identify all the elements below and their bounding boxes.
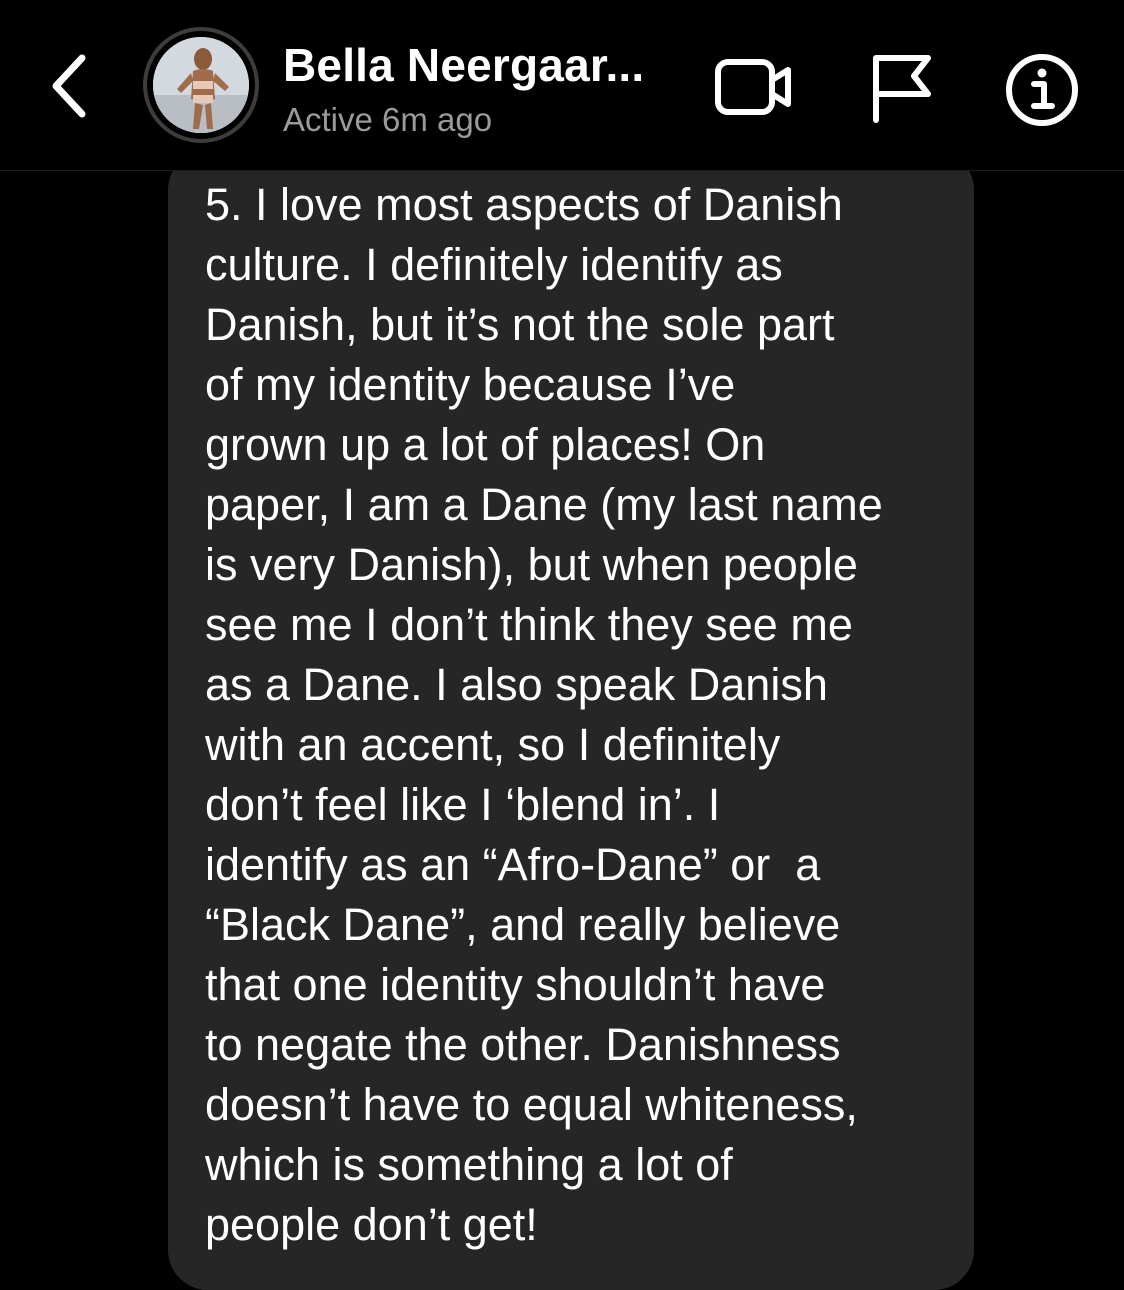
avatar-photo [153, 37, 249, 133]
back-button[interactable] [40, 48, 100, 124]
info-icon [1006, 54, 1078, 126]
message-text: 5. I love most aspects of Danish culture… [205, 179, 883, 1250]
video-camera-icon [715, 59, 791, 115]
chevron-left-icon [52, 54, 86, 118]
flag-icon [873, 55, 931, 123]
info-button[interactable] [1002, 50, 1082, 130]
activity-status: Active 6m ago [283, 101, 493, 138]
chat-header: Bella Neergaar... Active 6m ago [0, 0, 1124, 171]
avatar[interactable] [143, 27, 259, 143]
contact-name[interactable]: Bella Neergaar... [283, 38, 644, 92]
report-button[interactable] [866, 50, 936, 126]
video-call-button[interactable] [712, 52, 796, 122]
